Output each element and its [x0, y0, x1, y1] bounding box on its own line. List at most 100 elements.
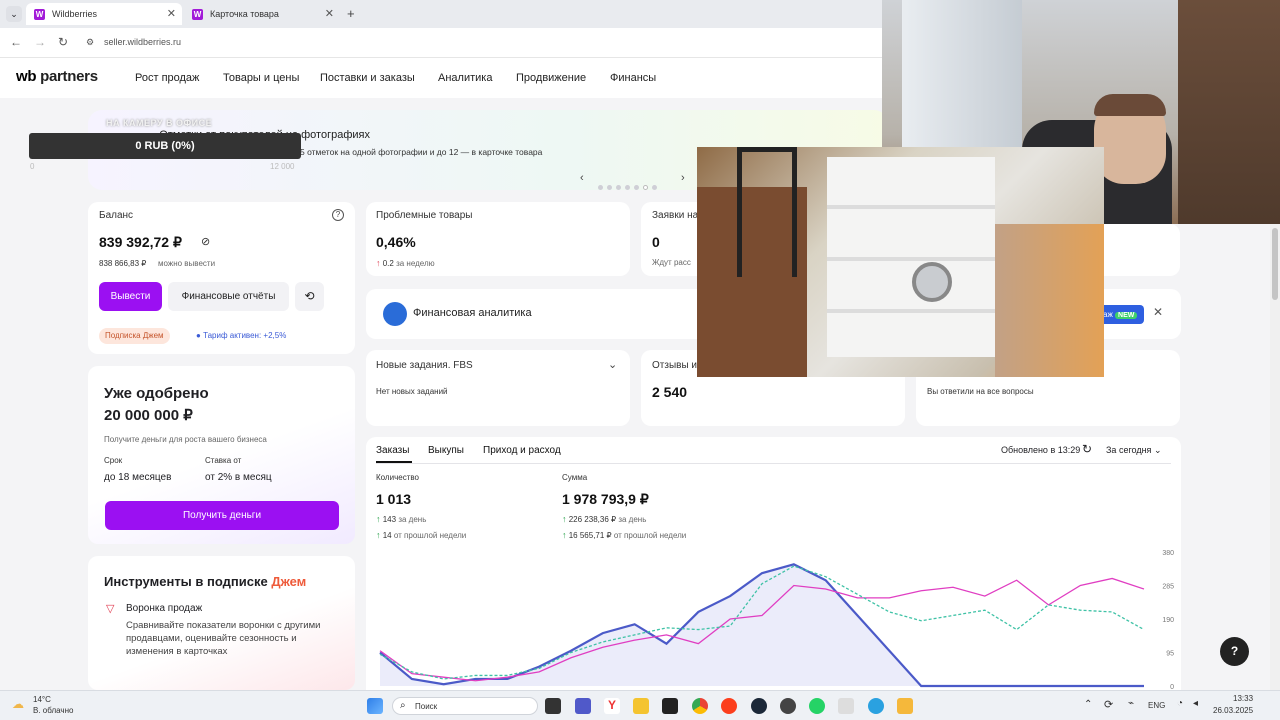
problem-goods-card[interactable]: Проблемные товары 0,46% ↑ 0.2 за неделю: [366, 202, 630, 276]
problem-goods-title: Проблемные товары: [376, 210, 473, 221]
carousel-dots[interactable]: [598, 177, 661, 195]
menu-sales-growth[interactable]: Рост продаж: [135, 72, 199, 84]
clock-date[interactable]: 26.03.2025: [1213, 706, 1253, 715]
menu-finance[interactable]: Финансы: [610, 72, 656, 84]
stream-goal-label: НА КАМЕРУ В ОФИСЕ: [106, 118, 213, 128]
tab-income-expense[interactable]: Приход и расход: [483, 445, 561, 456]
tab-orders[interactable]: Заказы: [376, 445, 409, 456]
sum-week: 16 565,71 ₽: [568, 531, 612, 540]
problem-goods-value: 0,46%: [376, 234, 416, 250]
get-money-button[interactable]: Получить деньги: [105, 501, 339, 530]
tab-product-card[interactable]: W Карточка товара ✕: [184, 3, 340, 25]
volume-icon[interactable]: ◂: [1193, 698, 1198, 709]
steam-icon[interactable]: [751, 698, 767, 714]
qty-label: Количество: [376, 473, 419, 482]
stream-goal-bar: 0 RUB (0%): [29, 133, 301, 159]
close-tab-icon[interactable]: ✕: [325, 3, 334, 25]
loan-rate-value: от 2% в месяц: [205, 472, 272, 483]
new-badge: NEW: [1115, 312, 1138, 319]
loan-term-value: до 18 месяцев: [104, 472, 172, 483]
sum-label: Сумма: [562, 473, 588, 482]
scrollbar-thumb[interactable]: [1272, 228, 1278, 300]
history-icon[interactable]: ⟲: [295, 282, 324, 311]
fbs-tasks-card[interactable]: Новые задания. FBS ⌄ Нет новых заданий: [366, 350, 630, 426]
reviews-value: 2 540: [652, 384, 688, 400]
forward-icon[interactable]: →: [34, 35, 46, 49]
loan-term-label: Срок: [104, 456, 123, 465]
chrome-icon[interactable]: [692, 698, 708, 714]
close-icon[interactable]: ✕: [1153, 305, 1163, 319]
subscription-pill[interactable]: Подписка Джем: [99, 328, 170, 344]
wifi-icon[interactable]: ◔: [1177, 698, 1183, 709]
file-explorer-icon[interactable]: [633, 698, 649, 714]
period-select[interactable]: За сегодня ⌄: [1106, 445, 1162, 456]
tools-card: Инструменты в подписке Джем ▽ Воронка пр…: [88, 556, 355, 690]
chevron-down-icon[interactable]: ⌄: [608, 358, 617, 371]
app-icon[interactable]: [838, 698, 854, 714]
chevron-up-icon[interactable]: ⌃: [1084, 699, 1092, 710]
back-icon[interactable]: ←: [10, 35, 22, 49]
funnel-title[interactable]: Воронка продаж: [126, 603, 202, 614]
y-tick-label: 380: [1162, 550, 1174, 557]
new-feature-button[interactable]: аж NEW: [1098, 305, 1144, 324]
qty-value: 1 013: [376, 491, 412, 507]
sync-icon[interactable]: ⟳: [1104, 698, 1113, 711]
language-indicator[interactable]: ENG: [1148, 701, 1165, 710]
hide-eye-icon[interactable]: ⊘: [201, 235, 210, 248]
url-field[interactable]: seller.wildberries.ru: [104, 37, 181, 47]
yandex-browser-icon[interactable]: Y: [604, 698, 620, 714]
tab-wildberries[interactable]: W Wildberries ✕: [26, 3, 182, 25]
stream-goal-max: 12 000: [270, 162, 295, 171]
carousel-next-icon[interactable]: ›: [681, 172, 685, 184]
usb-icon[interactable]: ⌁: [1128, 698, 1134, 709]
windows-start-icon[interactable]: [367, 698, 383, 714]
weather-desc: В. облачно: [33, 706, 74, 715]
withdrawable-amount: 838 866,83 ₽: [99, 259, 147, 268]
sum-week-label: от прошлой недели: [613, 531, 687, 540]
app-icon[interactable]: [897, 698, 913, 714]
loan-title-1: Уже одобрено: [104, 385, 209, 402]
help-icon[interactable]: ?: [332, 209, 344, 221]
obs-icon[interactable]: [780, 698, 796, 714]
tab-list-icon[interactable]: ⌄: [6, 6, 22, 22]
new-tab-button[interactable]: +: [347, 6, 355, 21]
menu-promotion[interactable]: Продвижение: [516, 72, 586, 84]
wooden-cabinet: [1178, 0, 1280, 224]
qty-day: 143: [382, 515, 397, 524]
arrow-up-icon: ↑: [376, 514, 381, 524]
arrow-up-icon: ↑: [562, 514, 567, 524]
clock-time[interactable]: 13:33: [1233, 694, 1253, 703]
help-button[interactable]: ?: [1220, 637, 1249, 666]
menu-goods-prices[interactable]: Товары и цены: [223, 72, 299, 84]
tabs-divider: [376, 463, 1171, 464]
taskbar-search[interactable]: ⌕ Поиск: [392, 697, 538, 715]
tab-buyouts[interactable]: Выкупы: [428, 445, 464, 456]
telegram-icon[interactable]: [868, 698, 884, 714]
financial-reports-button[interactable]: Финансовые отчёты: [168, 282, 289, 311]
loan-rate-label: Ставка от: [205, 456, 242, 465]
carousel-prev-icon[interactable]: ‹: [580, 172, 584, 184]
whatsapp-icon[interactable]: [809, 698, 825, 714]
arrow-up-icon: ↑: [376, 258, 381, 268]
wildberries-favicon-icon: W: [192, 9, 203, 20]
updated-time: Обновлено в 13:29: [1001, 445, 1081, 455]
withdraw-button[interactable]: Вывести: [99, 282, 162, 311]
loan-title-2: 20 000 000 ₽: [104, 407, 193, 424]
logo-partners: partners: [40, 68, 98, 85]
reload-icon[interactable]: ↻: [58, 35, 68, 49]
y-tick-label: 95: [1166, 651, 1174, 658]
close-tab-icon[interactable]: ✕: [167, 3, 176, 25]
task-view-icon[interactable]: [545, 698, 561, 714]
search-icon: ⌕: [400, 700, 406, 711]
orders-line-chart[interactable]: 380285190950: [366, 542, 1181, 690]
logo[interactable]: wb partners: [16, 68, 98, 85]
sum-day-label: за день: [618, 515, 647, 524]
refresh-icon[interactable]: ↻: [1082, 442, 1092, 456]
yandex-icon[interactable]: [721, 698, 737, 714]
video-overlay: [697, 147, 1104, 377]
menu-analytics[interactable]: Аналитика: [438, 72, 492, 84]
teams-icon[interactable]: [575, 698, 591, 714]
app-icon[interactable]: [662, 698, 678, 714]
site-info-icon[interactable]: ⚙: [86, 37, 94, 48]
menu-supplies-orders[interactable]: Поставки и заказы: [320, 72, 415, 84]
